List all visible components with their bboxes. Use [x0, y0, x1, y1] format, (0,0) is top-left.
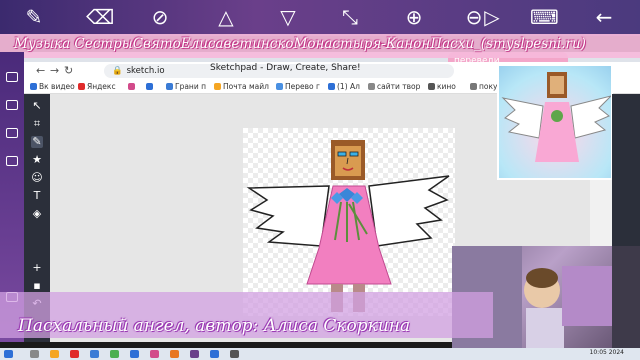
taskbar-app-10-icon[interactable] [230, 350, 239, 358]
top-toolbar: ✎ ⌫ ⊘ △ ▽ ⤡ ⊕ ⊖ ▷ ⌨ ← [0, 0, 640, 36]
bookmark-5[interactable]: Грани п [166, 82, 206, 91]
taskbar-app-6-icon[interactable] [150, 350, 159, 358]
bookmark-1-icon [30, 83, 37, 90]
taskbar-app-3-icon[interactable] [90, 350, 99, 358]
bookmark-7-label: Перево г [285, 82, 320, 91]
bookmark-7[interactable]: Перево г [276, 82, 320, 91]
bookmark-8-label: (1) Ал [337, 82, 360, 91]
play-icon[interactable]: ▷ [478, 3, 506, 31]
page-title: Sketchpad - Draw, Create, Share! [210, 63, 361, 73]
add-icon[interactable]: + [31, 262, 43, 274]
preview-thumbnail [497, 64, 613, 180]
bookmark-1[interactable]: Вк видео [30, 82, 75, 91]
bookmark-2-icon [78, 83, 85, 90]
taskbar-app-2-icon[interactable] [70, 350, 79, 358]
text-tool-icon[interactable]: T [31, 190, 43, 202]
bookmark-6-label: Почта майл [223, 82, 269, 91]
bookmark-8-icon [328, 83, 335, 90]
bookmark-11-icon [470, 83, 477, 90]
drawing-canvas[interactable] [243, 128, 455, 316]
resize-icon[interactable]: ⤡ [336, 3, 364, 31]
preview-face [550, 76, 564, 94]
cross-eraser-icon[interactable]: ⊘ [146, 3, 174, 31]
bookmark-9-icon [368, 83, 375, 90]
taskbar-app-8-icon[interactable] [190, 350, 199, 358]
angel-drawing [246, 140, 450, 312]
triangle-up-icon[interactable]: △ [212, 3, 240, 31]
pen-icon[interactable]: ✎ [20, 3, 48, 31]
music-banner: Музыка СестрыСвятоЕлисаветинскоМонастыря… [0, 34, 640, 58]
save-icon[interactable]: ▪ [31, 280, 43, 292]
triangle-down-icon[interactable]: ▽ [274, 3, 302, 31]
zoom-in-icon[interactable]: ⊕ [400, 3, 428, 31]
left-eye [337, 151, 347, 157]
url-text: sketch.io [126, 66, 165, 76]
preview-bouquet [551, 110, 563, 122]
bookmark-6[interactable]: Почта майл [214, 82, 269, 91]
bookmark-1-label: Вк видео [39, 82, 75, 91]
left-wing [246, 185, 330, 247]
eraser-icon[interactable]: ⌫ [86, 3, 114, 31]
brush-tool-icon[interactable]: ✎ [31, 136, 43, 148]
select-tool-icon[interactable]: ↖ [31, 100, 43, 112]
music-banner-text: Музыка СестрыСвятоЕлисаветинскоМонастыря… [14, 36, 586, 52]
webcam-person-body [526, 308, 564, 350]
right-panel [612, 94, 640, 254]
bookmark-4-icon [146, 83, 153, 90]
taskbar-app-4-icon[interactable] [110, 350, 119, 358]
taskbar: 10:05 2024 [0, 348, 640, 360]
document-icon[interactable] [6, 100, 18, 110]
bookmark-6-icon [214, 83, 221, 90]
fill-tool-icon[interactable]: ◈ [31, 208, 43, 220]
bookmark-7-icon [276, 83, 283, 90]
drawing-caption: Пасхальный ангел, автор: Алиса Скоркина [18, 316, 411, 336]
back-arrow-icon[interactable]: ← [590, 3, 618, 31]
bookmark-3-icon [128, 83, 135, 90]
webcam-person-hair [526, 268, 558, 288]
taskbar-app-1-icon[interactable] [50, 350, 59, 358]
bookmark-4[interactable] [146, 82, 155, 91]
bookmark-9-label: сайти твор [377, 82, 421, 91]
right-eye [349, 151, 359, 157]
webcam-toys [562, 266, 612, 326]
back-icon[interactable]: ← [36, 64, 45, 77]
bookmark-3[interactable] [128, 82, 137, 91]
preview-left-wing [501, 97, 544, 139]
taskbar-clock: 10:05 2024 [589, 349, 624, 356]
bookmark-2[interactable]: Яндекс [78, 82, 116, 91]
taskbar-app-9-icon[interactable] [210, 350, 219, 358]
reload-icon[interactable]: ↻ [64, 64, 73, 77]
bookmark-8[interactable]: (1) Ал [328, 82, 360, 91]
bookmark-10-icon [428, 83, 435, 90]
bookmark-2-label: Яндекс [87, 82, 116, 91]
right-wing [368, 175, 450, 247]
bookmark-9[interactable]: сайти твор [368, 82, 420, 91]
bookmark-10[interactable]: кино [428, 82, 456, 91]
bookmark-5-label: Грани п [175, 82, 206, 91]
folder-icon[interactable] [6, 128, 18, 138]
start-icon[interactable] [4, 350, 13, 358]
keyboard-icon[interactable]: ⌨ [530, 3, 559, 31]
preview-angel [501, 72, 611, 162]
preview-right-wing [570, 95, 611, 139]
sticker-tool-icon[interactable]: ☺ [31, 172, 43, 184]
crop-tool-icon[interactable]: ⌗ [31, 118, 43, 130]
webcam-right-shelf [612, 246, 640, 350]
forward-icon[interactable]: → [50, 64, 59, 77]
bookmark-10-label: кино [437, 82, 456, 91]
taskbar-app-7-icon[interactable] [170, 350, 179, 358]
window-icon[interactable] [6, 72, 18, 82]
shapes-tool-icon[interactable]: ★ [31, 154, 43, 166]
copy-icon[interactable] [6, 156, 18, 166]
lock-icon: 🔒 [112, 66, 123, 76]
taskbar-app-5-icon[interactable] [130, 350, 139, 358]
bookmark-5-icon [166, 83, 173, 90]
search-icon[interactable] [30, 350, 39, 358]
face [335, 146, 361, 176]
